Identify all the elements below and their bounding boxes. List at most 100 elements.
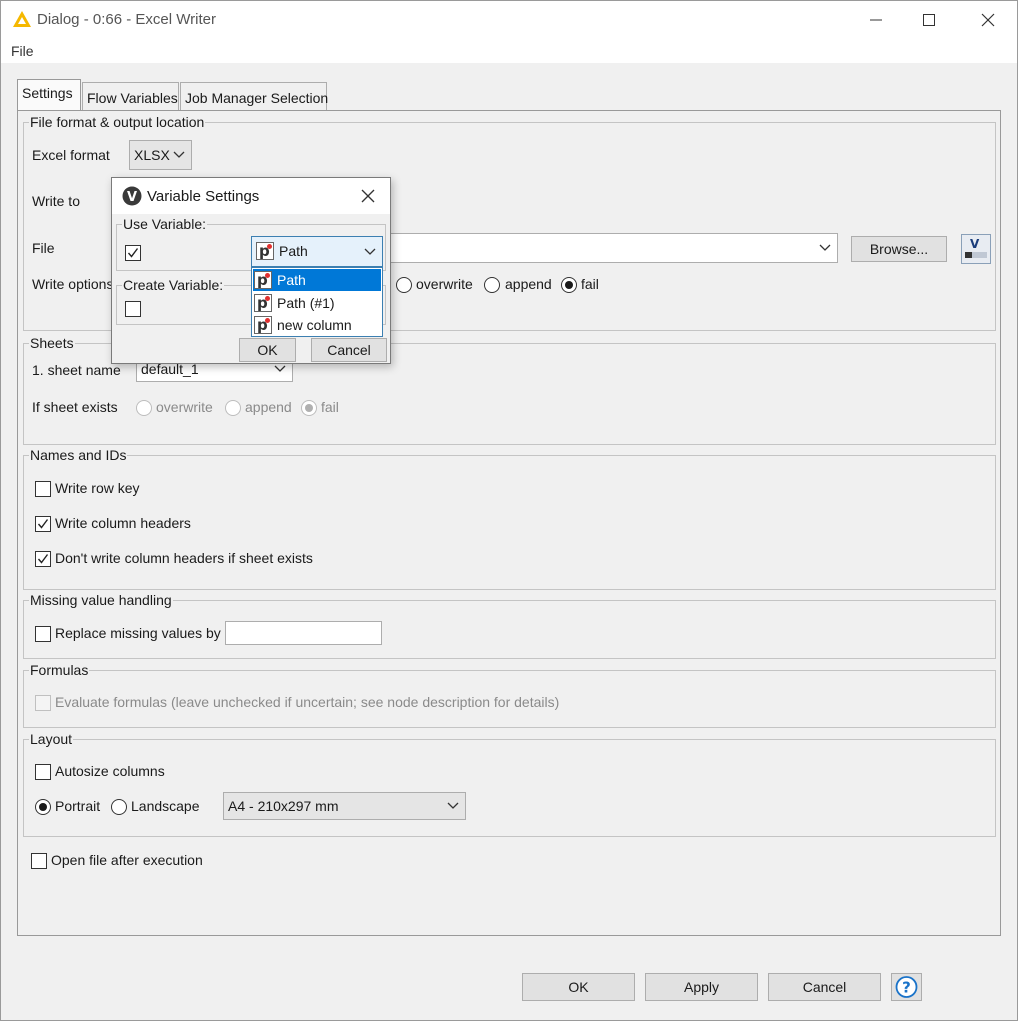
write-append-radio[interactable]: [484, 277, 500, 293]
write-row-key-label: Write row key: [55, 480, 140, 496]
autosize-columns-checkbox[interactable]: [35, 764, 51, 780]
close-icon[interactable]: [360, 188, 376, 204]
dont-write-headers-label: Don't write column headers if sheet exis…: [55, 550, 313, 566]
tab-job-manager-selection[interactable]: Job Manager Selection: [180, 82, 329, 110]
landscape-radio[interactable]: [111, 799, 127, 815]
group-legend: Missing value handling: [30, 592, 172, 608]
ok-button[interactable]: OK: [522, 973, 635, 1001]
variable-select[interactable]: p Path: [251, 236, 383, 267]
cancel-button[interactable]: Cancel: [768, 973, 881, 1001]
variable-dialog-title: Variable Settings: [147, 188, 260, 205]
replace-missing-checkbox[interactable]: [35, 626, 51, 642]
group-legend: File format & output location: [30, 114, 205, 130]
group-legend: Layout: [30, 731, 73, 747]
path-variable-icon: p: [254, 316, 272, 334]
cancel-label: Cancel: [802, 979, 847, 995]
variable-dropdown-list: p Path p Path (#1) p new column: [251, 267, 383, 337]
flow-variable-icon: V: [965, 237, 987, 258]
path-variable-icon: p: [254, 271, 272, 289]
write-fail-radio[interactable]: [561, 277, 577, 293]
variable-cancel-label: Cancel: [327, 342, 371, 358]
open-after-execution-checkbox[interactable]: [31, 853, 47, 869]
window-title: Dialog - 0:66 - Excel Writer: [37, 11, 216, 28]
write-overwrite-radio[interactable]: [396, 277, 412, 293]
write-overwrite-label: overwrite: [416, 276, 473, 292]
excel-format-select[interactable]: XLSX: [129, 140, 192, 170]
group-legend: Use Variable:: [123, 216, 207, 232]
replace-missing-label: Replace missing values by: [55, 625, 221, 641]
tab-flow-variables[interactable]: Flow Variables: [82, 82, 179, 110]
dropdown-option-label: Path (#1): [277, 295, 335, 311]
open-after-execution-label: Open file after execution: [51, 852, 203, 868]
group-legend: Formulas: [30, 662, 89, 678]
tab-settings[interactable]: Settings: [17, 79, 81, 110]
svg-text:V: V: [970, 237, 980, 251]
variable-cancel-button[interactable]: Cancel: [311, 338, 387, 362]
landscape-label: Landscape: [131, 798, 200, 814]
sheet-append-radio[interactable]: [225, 400, 241, 416]
close-button[interactable]: [975, 7, 1001, 33]
menu-file[interactable]: File: [11, 43, 34, 59]
ok-label: OK: [568, 979, 589, 995]
write-row-key-checkbox[interactable]: [35, 481, 51, 497]
chevron-down-icon: [173, 151, 185, 158]
write-to-label: Write to: [32, 193, 80, 209]
write-options-label: Write options: [32, 276, 114, 292]
maximize-icon: [923, 14, 935, 26]
minimize-button[interactable]: [863, 7, 889, 33]
portrait-radio[interactable]: [35, 799, 51, 815]
menu-bar: File: [1, 39, 1017, 63]
autosize-columns-label: Autosize columns: [55, 763, 165, 779]
sheet-fail-radio[interactable]: [301, 400, 317, 416]
replace-missing-input[interactable]: [225, 621, 382, 645]
tab-label: Flow Variables: [87, 90, 178, 106]
dropdown-option[interactable]: p Path (#1): [253, 292, 381, 314]
tab-label: Settings: [22, 85, 73, 101]
if-sheet-exists-label: If sheet exists: [32, 399, 118, 415]
group-legend: Create Variable:: [123, 277, 224, 293]
chevron-down-icon: [274, 365, 286, 372]
apply-label: Apply: [683, 979, 720, 995]
sheet-fail-label: fail: [321, 399, 339, 415]
dropdown-option-label: new column: [277, 317, 352, 333]
dropdown-option[interactable]: p Path: [253, 269, 381, 291]
check-icon: [37, 554, 49, 564]
svg-text:?: ?: [902, 979, 911, 997]
paper-size-select[interactable]: A4 - 210x297 mm: [223, 792, 466, 820]
check-icon: [37, 519, 49, 529]
close-icon: [981, 13, 995, 27]
variable-v-icon: V: [122, 186, 142, 206]
evaluate-formulas-checkbox[interactable]: [35, 695, 51, 711]
layout-group: Layout: [23, 731, 996, 837]
help-icon: ?: [895, 976, 918, 998]
tab-label: Job Manager Selection: [185, 90, 329, 106]
browse-button[interactable]: Browse...: [851, 236, 947, 262]
svg-text:V: V: [127, 190, 137, 205]
create-variable-checkbox[interactable]: [125, 301, 141, 317]
excel-format-value: XLSX: [134, 147, 170, 163]
dropdown-option[interactable]: p new column: [253, 314, 381, 336]
path-variable-icon: p: [254, 294, 272, 312]
help-button[interactable]: ?: [891, 973, 922, 1001]
chevron-down-icon: [819, 244, 831, 251]
dont-write-headers-checkbox[interactable]: [35, 551, 51, 567]
chevron-down-icon: [364, 248, 376, 255]
portrait-label: Portrait: [55, 798, 101, 814]
flow-variable-button[interactable]: V: [961, 234, 991, 264]
file-label: File: [32, 240, 55, 256]
use-variable-checkbox[interactable]: [125, 245, 141, 261]
sheet-overwrite-radio[interactable]: [136, 400, 152, 416]
file-path-combo[interactable]: [383, 233, 838, 263]
minimize-icon: [870, 19, 882, 21]
write-column-headers-checkbox[interactable]: [35, 516, 51, 532]
sheet-append-label: append: [245, 399, 292, 415]
maximize-button[interactable]: [916, 7, 942, 33]
group-legend: Sheets: [30, 335, 74, 351]
dropdown-option-label: Path: [277, 272, 306, 288]
group-legend: Names and IDs: [30, 447, 127, 463]
sheet-overwrite-label: overwrite: [156, 399, 213, 415]
variable-select-value: Path: [279, 243, 308, 259]
write-fail-label: fail: [581, 276, 599, 292]
apply-button[interactable]: Apply: [645, 973, 758, 1001]
variable-ok-button[interactable]: OK: [239, 338, 296, 362]
